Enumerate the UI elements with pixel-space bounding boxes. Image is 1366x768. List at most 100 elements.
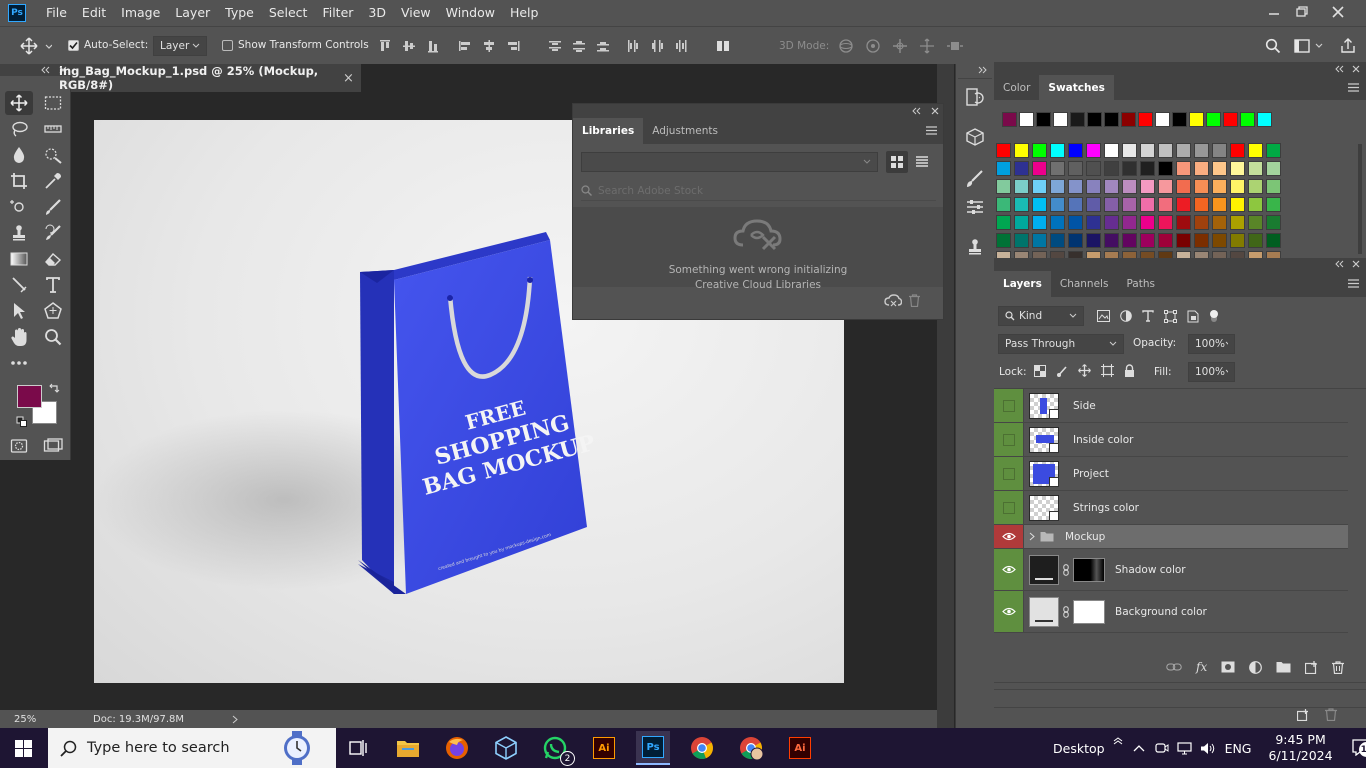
quick-select-tool[interactable]	[39, 143, 67, 167]
recent-swatch[interactable]	[1019, 112, 1034, 127]
panel-menu-icon[interactable]	[1348, 279, 1359, 288]
swatch[interactable]	[1032, 143, 1047, 158]
move-tool-preset-icon[interactable]	[18, 37, 52, 55]
panel-menu-icon[interactable]	[1348, 83, 1359, 92]
close-panel-icon[interactable]	[931, 107, 939, 115]
swatch[interactable]	[996, 233, 1011, 248]
marquee-tool[interactable]	[39, 91, 67, 115]
show-transform-checkbox[interactable]	[222, 39, 233, 51]
collapse-panel-icon[interactable]	[40, 66, 50, 74]
chevron-up-icon[interactable]	[1133, 744, 1145, 752]
3d-panel-icon[interactable]	[966, 128, 984, 146]
layer-row[interactable]: Inside color	[994, 423, 1348, 457]
file-explorer-button[interactable]	[391, 731, 425, 765]
menu-help[interactable]: Help	[510, 0, 539, 26]
swatch[interactable]	[1122, 233, 1137, 248]
swatch[interactable]	[1104, 179, 1119, 194]
swatch[interactable]	[1014, 197, 1029, 212]
align-top-icon[interactable]	[378, 39, 392, 53]
tab-paths[interactable]: Paths	[1117, 271, 1164, 297]
layer-row[interactable]: Background color	[994, 591, 1348, 633]
swatch[interactable]	[1230, 233, 1245, 248]
swatch[interactable]	[1140, 197, 1155, 212]
swatch[interactable]	[996, 143, 1011, 158]
swatch[interactable]	[1122, 143, 1137, 158]
auto-select-target-dropdown[interactable]: Layer	[153, 36, 207, 56]
swatch[interactable]	[1248, 215, 1263, 230]
swatch[interactable]	[1104, 143, 1119, 158]
swatch[interactable]	[1194, 143, 1209, 158]
swatches-scrollbar[interactable]	[1358, 144, 1362, 254]
pen-tool[interactable]	[5, 273, 33, 297]
swatch[interactable]	[1068, 197, 1083, 212]
eyedropper-tool[interactable]	[39, 169, 67, 193]
swatch[interactable]	[1104, 233, 1119, 248]
swatch[interactable]	[1122, 179, 1137, 194]
tab-color[interactable]: Color	[994, 75, 1039, 101]
notification-center-button[interactable]: 12	[1351, 738, 1366, 758]
firefox-button[interactable]	[440, 731, 474, 765]
layer-row-selected[interactable]: Mockup	[994, 525, 1348, 549]
swatch[interactable]	[1068, 161, 1083, 176]
3d-orbit-icon[interactable]	[838, 38, 854, 54]
quick-mask-icon[interactable]	[10, 438, 28, 454]
crop-tool[interactable]	[5, 169, 33, 193]
swatch[interactable]	[1248, 161, 1263, 176]
swatch[interactable]	[1014, 233, 1029, 248]
swatch[interactable]	[1212, 179, 1227, 194]
3d-slide-icon[interactable]	[919, 38, 935, 54]
chevron-right-icon[interactable]	[1029, 532, 1035, 541]
swatch[interactable]	[1230, 143, 1245, 158]
new-group-icon[interactable]	[1276, 661, 1291, 673]
network-icon[interactable]	[1176, 741, 1192, 755]
swatch[interactable]	[1176, 233, 1191, 248]
swatch[interactable]	[1032, 215, 1047, 230]
history-panel-icon[interactable]	[966, 88, 984, 106]
ruler-tool[interactable]	[39, 117, 67, 141]
menu-3d[interactable]: 3D	[368, 0, 386, 26]
illustrator-button-2[interactable]: Ai	[783, 731, 817, 765]
link-layers-icon[interactable]	[1166, 662, 1182, 672]
hand-tool[interactable]	[5, 325, 33, 349]
expand-panels-icon[interactable]	[978, 66, 988, 74]
recent-swatch[interactable]	[1172, 112, 1187, 127]
recent-swatch[interactable]	[1070, 112, 1085, 127]
swatch[interactable]	[1104, 197, 1119, 212]
swatch[interactable]	[1086, 215, 1101, 230]
close-window-button[interactable]	[1324, 2, 1352, 22]
swatch[interactable]	[1194, 179, 1209, 194]
swatch[interactable]	[1014, 179, 1029, 194]
menu-edit[interactable]: Edit	[82, 0, 106, 26]
swatch[interactable]	[1194, 233, 1209, 248]
swatch[interactable]	[1050, 233, 1065, 248]
swatch[interactable]	[1140, 179, 1155, 194]
auto-select-checkbox[interactable]	[68, 39, 79, 51]
swatch[interactable]	[1158, 179, 1173, 194]
3d-viewer-button[interactable]	[489, 731, 523, 765]
desktop-toolbar-label[interactable]: Desktop	[1053, 741, 1105, 756]
menu-view[interactable]: View	[401, 0, 431, 26]
lock-all-icon[interactable]	[1124, 364, 1135, 377]
swatch[interactable]	[996, 179, 1011, 194]
recent-swatch[interactable]	[1002, 112, 1017, 127]
layers-resize-handle[interactable]	[994, 682, 1366, 690]
move-tool[interactable]	[5, 91, 33, 115]
swatch[interactable]	[1158, 161, 1173, 176]
share-icon[interactable]	[1339, 37, 1357, 55]
align-left-icon[interactable]	[458, 39, 472, 53]
swatch[interactable]	[1122, 161, 1137, 176]
swatch[interactable]	[1212, 233, 1227, 248]
layer-filter-kind-dropdown[interactable]: Kind	[998, 306, 1084, 326]
spot-healing-tool[interactable]	[5, 195, 33, 219]
swatch[interactable]	[1140, 233, 1155, 248]
chrome-profile-button[interactable]	[734, 731, 768, 765]
swatch[interactable]	[1212, 143, 1227, 158]
layers-panel-header[interactable]	[994, 258, 1366, 270]
tab-swatches[interactable]: Swatches	[1039, 75, 1114, 101]
distribute-bottom-icon[interactable]	[596, 39, 610, 53]
swatch[interactable]	[1176, 161, 1191, 176]
swatch[interactable]	[996, 197, 1011, 212]
swatch[interactable]	[1158, 197, 1173, 212]
3d-scale-icon[interactable]	[946, 38, 964, 54]
distribute-top-icon[interactable]	[548, 39, 562, 53]
